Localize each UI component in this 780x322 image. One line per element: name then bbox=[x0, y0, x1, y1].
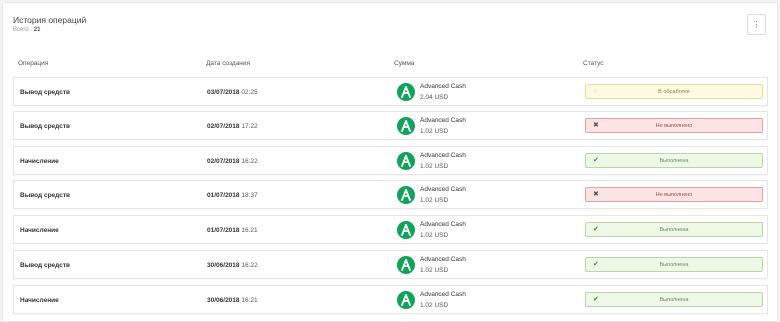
total-count-label: Всего : 21 bbox=[13, 27, 40, 33]
created-time: 16:22 bbox=[241, 262, 258, 269]
payment-provider: Advanced Cash bbox=[420, 152, 466, 159]
advanced-cash-logo-icon bbox=[397, 291, 415, 309]
amount-value: 1.02 USD bbox=[420, 267, 449, 274]
amount-value: 1.02 USD bbox=[420, 163, 449, 170]
payment-provider: Advanced Cash bbox=[420, 117, 466, 124]
operation-type: Начисление bbox=[20, 158, 59, 165]
created-date: 30/06/2018 bbox=[207, 297, 240, 304]
operation-type: Начисление bbox=[20, 227, 59, 234]
table-row[interactable]: Вывод средств 02/07/2018 17:22 Advanced … bbox=[13, 111, 768, 140]
column-header-amount: Сумма bbox=[394, 60, 415, 67]
table-row[interactable]: Начисление 30/06/2018 16:21 Advanced Cas… bbox=[13, 285, 768, 314]
amount-value: 1.02 USD bbox=[420, 232, 449, 239]
created-date: 01/07/2018 bbox=[207, 227, 240, 234]
status-badge: ✖ Не выполнено bbox=[585, 118, 763, 133]
status-badge: ✖ Не выполнено bbox=[585, 187, 763, 202]
status-badge: ✔ Выполнена bbox=[585, 257, 763, 272]
status-badge: ◌ В обработке bbox=[585, 84, 763, 99]
created-datetime: 30/06/2018 16:22 bbox=[207, 262, 258, 269]
amount-value: 2.04 USD bbox=[420, 94, 449, 101]
operations-history-card: История операций Всего : 21 ⋮ Операция Д… bbox=[2, 2, 778, 322]
amount-value: 1.02 USD bbox=[420, 302, 449, 309]
created-date: 02/07/2018 bbox=[207, 158, 240, 165]
payment-provider: Advanced Cash bbox=[420, 83, 466, 90]
advanced-cash-logo-icon bbox=[397, 152, 415, 170]
status-text: В обработке bbox=[658, 89, 690, 95]
created-date: 03/07/2018 bbox=[207, 89, 240, 96]
table-row[interactable]: Вывод средств 30/06/2018 16:22 Advanced … bbox=[13, 250, 768, 279]
created-datetime: 02/07/2018 17:22 bbox=[207, 123, 258, 130]
advanced-cash-logo-icon bbox=[397, 256, 415, 274]
column-header-created: Дата создания bbox=[206, 60, 251, 67]
operation-type: Вывод средств bbox=[20, 89, 71, 96]
created-datetime: 01/07/2018 16:21 bbox=[207, 227, 258, 234]
advanced-cash-logo-icon bbox=[397, 221, 415, 239]
column-header-status: Статус bbox=[583, 60, 604, 67]
advanced-cash-logo-icon bbox=[397, 186, 415, 204]
status-text: Выполнена bbox=[659, 297, 689, 303]
page-title: История операций bbox=[13, 15, 87, 25]
created-time: 18:37 bbox=[241, 192, 258, 199]
status-text: Выполнена bbox=[659, 227, 689, 233]
status-badge: ✔ Выполнена bbox=[585, 153, 763, 168]
status-text: Выполнена bbox=[659, 262, 689, 268]
payment-provider: Advanced Cash bbox=[420, 291, 466, 298]
operation-type: Начисление bbox=[20, 297, 59, 304]
created-time: 02:25 bbox=[241, 89, 258, 96]
more-options-button[interactable]: ⋮ bbox=[747, 14, 766, 35]
total-count: 21 bbox=[33, 27, 41, 33]
created-datetime: 30/06/2018 16:21 bbox=[207, 297, 258, 304]
operation-type: Вывод средств bbox=[20, 262, 71, 269]
status-badge: ✔ Выполнена bbox=[585, 292, 763, 307]
table-row[interactable]: Начисление 02/07/2018 16:22 Advanced Cas… bbox=[13, 146, 768, 175]
table-row[interactable]: Вывод средств 01/07/2018 18:37 Advanced … bbox=[13, 180, 768, 209]
amount-value: 1.02 USD bbox=[420, 197, 449, 204]
total-label: Всего : bbox=[13, 27, 33, 33]
status-text: Выполнена bbox=[659, 158, 689, 164]
advanced-cash-logo-icon bbox=[397, 83, 415, 101]
operation-type: Вывод средств bbox=[20, 192, 71, 199]
amount-value: 1.02 USD bbox=[420, 128, 449, 135]
created-date: 02/07/2018 bbox=[207, 123, 240, 130]
created-date: 01/07/2018 bbox=[207, 192, 240, 199]
created-datetime: 01/07/2018 18:37 bbox=[207, 192, 258, 199]
status-text: Не выполнено bbox=[655, 123, 693, 129]
advanced-cash-logo-icon bbox=[397, 117, 415, 135]
payment-provider: Advanced Cash bbox=[420, 221, 466, 228]
created-time: 16:21 bbox=[241, 227, 258, 234]
payment-provider: Advanced Cash bbox=[420, 186, 466, 193]
table-row[interactable]: Вывод средств 03/07/2018 02:25 Advanced … bbox=[13, 77, 768, 106]
created-datetime: 02/07/2018 16:22 bbox=[207, 158, 258, 165]
column-header-operation: Операция bbox=[18, 60, 49, 67]
operation-type: Вывод средств bbox=[20, 123, 71, 130]
payment-provider: Advanced Cash bbox=[420, 256, 466, 263]
created-datetime: 03/07/2018 02:25 bbox=[207, 89, 258, 96]
created-time: 16:21 bbox=[241, 297, 258, 304]
created-date: 30/06/2018 bbox=[207, 262, 240, 269]
created-time: 17:22 bbox=[241, 123, 258, 130]
table-row[interactable]: Начисление 01/07/2018 16:21 Advanced Cas… bbox=[13, 215, 768, 244]
status-text: Не выполнено bbox=[655, 192, 693, 198]
status-badge: ✔ Выполнена bbox=[585, 222, 763, 237]
created-time: 16:22 bbox=[241, 158, 258, 165]
kebab-menu-icon: ⋮ bbox=[752, 19, 761, 29]
